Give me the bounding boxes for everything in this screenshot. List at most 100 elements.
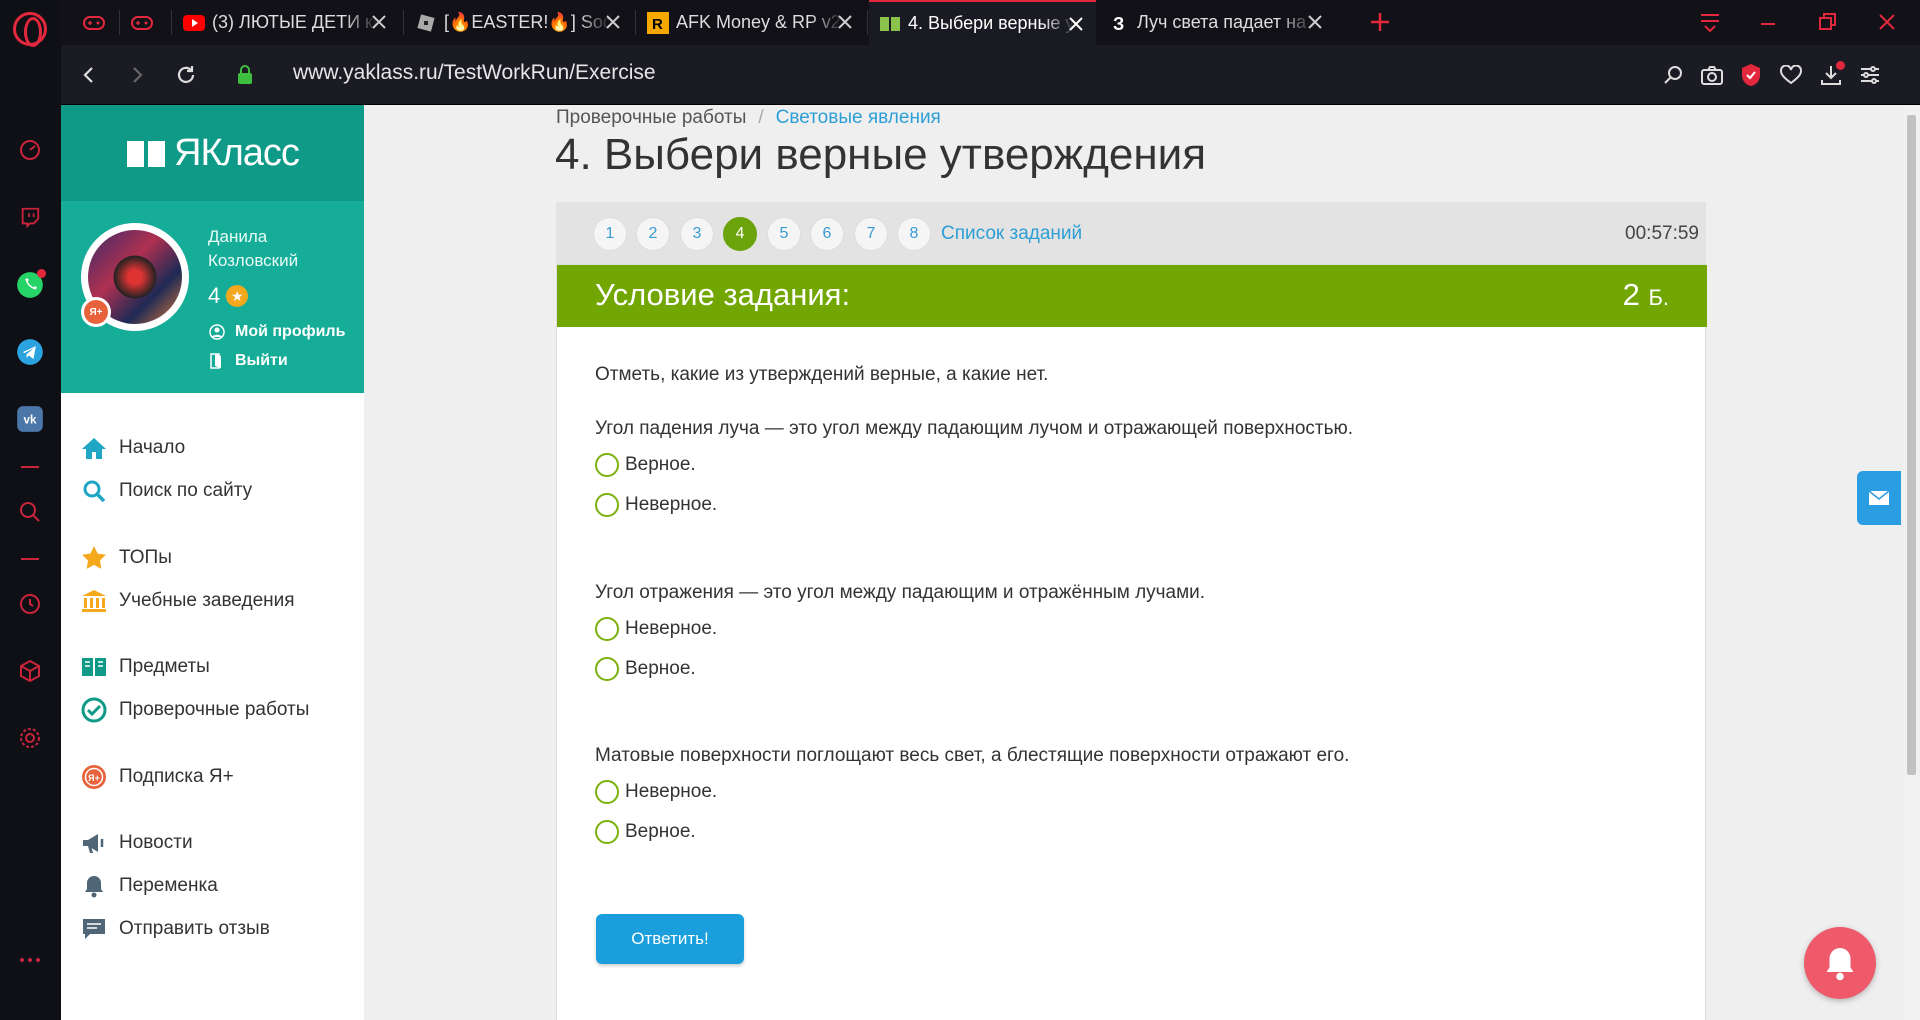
back-icon[interactable] xyxy=(75,61,103,89)
telegram-icon[interactable] xyxy=(14,336,46,368)
speed-dial-icon[interactable] xyxy=(14,134,46,166)
nav-subscription[interactable]: Я+ Подписка Я+ xyxy=(81,764,234,790)
forward-icon[interactable] xyxy=(123,61,151,89)
search-icon[interactable] xyxy=(14,496,46,528)
radio-button[interactable] xyxy=(595,453,619,477)
nav-search[interactable]: Поиск по сайту xyxy=(81,478,252,504)
twitch-icon[interactable] xyxy=(14,201,46,233)
question-3-option-1[interactable]: Неверное. xyxy=(595,780,717,804)
breadcrumb-light-phenomena[interactable]: Световые явления xyxy=(776,107,941,129)
opera-sidebar: vk xyxy=(0,0,61,1020)
lock-icon[interactable] xyxy=(231,61,259,89)
radio-button[interactable] xyxy=(595,617,619,641)
radio-button[interactable] xyxy=(595,780,619,804)
feedback-mail-button[interactable] xyxy=(1857,471,1901,525)
tab-menu-icon[interactable] xyxy=(1696,8,1724,36)
gamepad-icon xyxy=(131,12,153,34)
tab-title: (3) ЛЮТЫЕ ДЕТИ которые xyxy=(212,12,378,32)
nav-tops[interactable]: ТОПы xyxy=(81,545,172,571)
home-icon xyxy=(81,435,107,461)
tab-bar: (3) ЛЮТЫЕ ДЕТИ которые [🔥EASTER!🔥] Soda … xyxy=(61,0,1920,45)
question-1-option-1[interactable]: Верное. xyxy=(595,453,696,477)
page-scrollbar[interactable] xyxy=(1903,105,1920,1020)
megaphone-icon xyxy=(81,830,107,856)
question-2-option-1[interactable]: Неверное. xyxy=(595,617,717,641)
whatsapp-icon[interactable] xyxy=(14,269,46,301)
logout-door-icon xyxy=(208,352,226,370)
restore-icon[interactable] xyxy=(1814,8,1842,36)
more-dots-icon[interactable] xyxy=(14,944,46,976)
notifications-bell-button[interactable] xyxy=(1804,927,1876,999)
task-list-link[interactable]: Список заданий xyxy=(941,223,1082,245)
search-icon xyxy=(81,478,107,504)
tab-afk-money[interactable]: R AFK Money & RP v2 от Th xyxy=(637,0,865,45)
my-profile-link[interactable]: Мой профиль xyxy=(208,323,345,341)
page-title: 4. Выбери верные утверждения xyxy=(555,130,1207,179)
nav-tests[interactable]: Проверочные работы xyxy=(81,697,309,723)
task-number-4-current[interactable]: 4 xyxy=(723,217,757,251)
nav-home[interactable]: Начало xyxy=(81,435,185,461)
extensions-cube-icon[interactable] xyxy=(14,655,46,687)
tab-gamepad-1[interactable] xyxy=(73,0,117,45)
task-number-8[interactable]: 8 xyxy=(897,217,931,251)
task-number-5[interactable]: 5 xyxy=(767,217,801,251)
camera-snapshot-icon[interactable] xyxy=(1698,61,1726,89)
question-1-option-2[interactable]: Неверное. xyxy=(595,493,717,517)
close-window-icon[interactable] xyxy=(1873,8,1901,36)
tab-youtube[interactable]: (3) ЛЮТЫЕ ДЕТИ которые xyxy=(173,0,399,45)
check-circle-icon xyxy=(81,697,107,723)
close-tab-icon[interactable] xyxy=(1066,14,1086,34)
nav-news[interactable]: Новости xyxy=(81,830,193,856)
option-label: Неверное. xyxy=(625,494,718,515)
radio-button[interactable] xyxy=(595,820,619,844)
heart-favorites-icon[interactable] xyxy=(1777,61,1805,89)
scrollbar-thumb[interactable] xyxy=(1907,115,1916,775)
task-number-7[interactable]: 7 xyxy=(854,217,888,251)
svg-text:З: З xyxy=(1113,14,1124,33)
tab-znanija[interactable]: З Луч света падает на плос xyxy=(1098,0,1335,45)
url-field[interactable]: www.yaklass.ru/TestWorkRun/Exercise xyxy=(293,61,656,85)
radio-button[interactable] xyxy=(595,657,619,681)
settings-gear-icon[interactable] xyxy=(14,722,46,754)
close-tab-icon[interactable] xyxy=(1305,12,1325,32)
download-icon[interactable] xyxy=(1817,61,1845,89)
user-circle-icon xyxy=(208,323,226,341)
yaklass-logo[interactable]: ЯКласс xyxy=(61,105,364,201)
easy-setup-icon[interactable] xyxy=(1856,61,1884,89)
close-tab-icon[interactable] xyxy=(603,12,623,32)
nav-subjects[interactable]: Предметы xyxy=(81,654,210,680)
task-points: 2 Б. xyxy=(1623,277,1669,313)
question-3-option-2[interactable]: Верное. xyxy=(595,820,696,844)
task-number-1[interactable]: 1 xyxy=(593,217,627,251)
submit-answer-button[interactable]: Ответить! xyxy=(596,914,744,964)
tab-roblox[interactable]: [🔥EASTER!🔥] Soda Simu xyxy=(405,0,633,45)
nav-break[interactable]: Переменка xyxy=(81,873,218,899)
history-icon[interactable] xyxy=(14,588,46,620)
task-number-2[interactable]: 2 xyxy=(636,217,670,251)
zoom-search-icon[interactable] xyxy=(1659,61,1687,89)
new-tab-plus-icon[interactable] xyxy=(1366,8,1394,36)
close-tab-icon[interactable] xyxy=(369,12,389,32)
star-icon xyxy=(81,545,107,571)
nav-schools[interactable]: Учебные заведения xyxy=(81,588,295,614)
adblock-shield-icon[interactable] xyxy=(1737,61,1765,89)
breadcrumb-tests[interactable]: Проверочные работы xyxy=(556,107,746,129)
vk-icon[interactable]: vk xyxy=(14,403,46,435)
yaklass-icon xyxy=(879,13,901,35)
tab-yaklass-active[interactable]: 4. Выбери верные утвер xyxy=(869,0,1096,45)
tab-title: [🔥EASTER!🔥] Soda Simu xyxy=(444,12,612,32)
question-2-option-2[interactable]: Верное. xyxy=(595,657,696,681)
radio-button[interactable] xyxy=(595,493,619,517)
task-number-3[interactable]: 3 xyxy=(680,217,714,251)
bell-icon xyxy=(81,873,107,899)
task-number-6[interactable]: 6 xyxy=(810,217,844,251)
reload-icon[interactable] xyxy=(172,61,200,89)
close-tab-icon[interactable] xyxy=(835,12,855,32)
logout-link[interactable]: Выйти xyxy=(208,352,288,370)
timer: 00:57:59 xyxy=(1625,223,1699,244)
minimize-icon[interactable] xyxy=(1754,8,1782,36)
sidebar-divider xyxy=(21,466,39,468)
tab-gamepad-2[interactable] xyxy=(121,0,165,45)
nav-feedback[interactable]: Отправить отзыв xyxy=(81,916,270,942)
opera-logo-icon[interactable] xyxy=(13,12,47,47)
